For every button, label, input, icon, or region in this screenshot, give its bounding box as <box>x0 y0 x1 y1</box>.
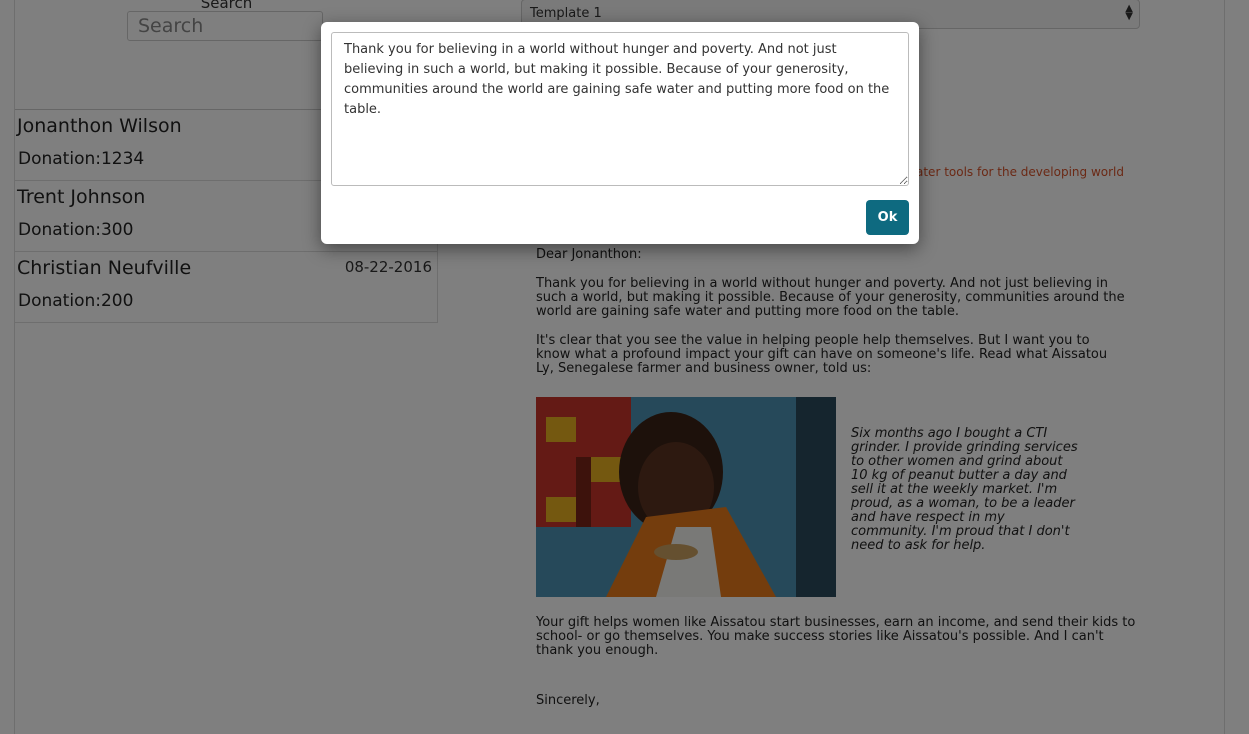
edit-text-modal: Thank you for believing in a world witho… <box>321 22 919 244</box>
page: Search Jonanthon Wilson Donation:1234 Tr… <box>0 0 1249 734</box>
message-textarea[interactable]: Thank you for believing in a world witho… <box>331 32 909 186</box>
ok-button[interactable]: Ok <box>866 200 909 235</box>
